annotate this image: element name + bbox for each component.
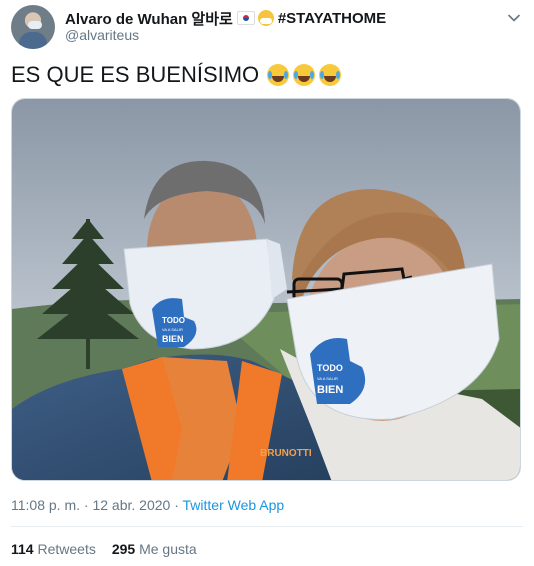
avatar-shirt [19, 32, 47, 49]
face-with-mask-icon [257, 10, 274, 26]
jacket-brand: BRUNOTTI [260, 448, 312, 459]
tweet-source-link[interactable]: Twitter Web App [183, 497, 285, 513]
tweet-text-content: ES QUE ES BUENÍSIMO [11, 62, 260, 87]
likes-stat[interactable]: 295 Me gusta [112, 541, 197, 557]
mask-text-line3-left: BIEN [162, 334, 184, 344]
mask-text-line1-right: TODO [317, 363, 343, 373]
tweet-photo[interactable]: BRUNOTTI TODO VA A SALIR BIEN TODO VA A … [11, 98, 521, 481]
south-korea-flag-icon [236, 11, 255, 25]
laughing-tears-icon [293, 64, 316, 86]
tweet-meta: 11:08 p. m. · 12 abr. 2020 · Twitter Web… [11, 497, 284, 513]
meta-separator: · [80, 497, 93, 513]
laughing-tears-icon [267, 64, 290, 86]
mask-text-line3-right: BIEN [317, 384, 343, 396]
mask-text-line2-right: VA A SALIR [317, 376, 338, 381]
divider [11, 526, 523, 527]
laughing-tears-icon [319, 64, 342, 86]
tweet-card: Alvaro de Wuhan 알바로 #STAYATHOME @alvarit… [0, 0, 534, 566]
chevron-down-icon[interactable] [506, 10, 522, 26]
avatar-mask [28, 21, 42, 29]
tweet-date[interactable]: 12 abr. 2020 [92, 497, 170, 513]
display-name-hashtag: #STAYATHOME [277, 9, 387, 27]
display-name[interactable]: Alvaro de Wuhan 알바로 [65, 8, 233, 29]
tweet-time[interactable]: 11:08 p. m. [11, 497, 80, 513]
retweets-stat[interactable]: 114 Retweets [11, 541, 96, 557]
meta-separator: · [170, 497, 183, 513]
likes-label: Me gusta [139, 541, 197, 557]
mask-text-line2-left: VA A SALIR [162, 327, 183, 332]
mask-text-line1-left: TODO [162, 316, 185, 325]
user-handle[interactable]: @alvariteus [65, 27, 139, 43]
retweets-count: 114 [11, 541, 34, 557]
tweet-text: ES QUE ES BUENÍSIMO [11, 62, 342, 88]
avatar[interactable] [11, 5, 55, 49]
retweets-label: Retweets [37, 541, 96, 557]
author-name-row[interactable]: Alvaro de Wuhan 알바로 #STAYATHOME [65, 8, 386, 28]
tweet-stats: 114 Retweets 295 Me gusta [11, 541, 197, 557]
likes-count: 295 [111, 541, 136, 557]
